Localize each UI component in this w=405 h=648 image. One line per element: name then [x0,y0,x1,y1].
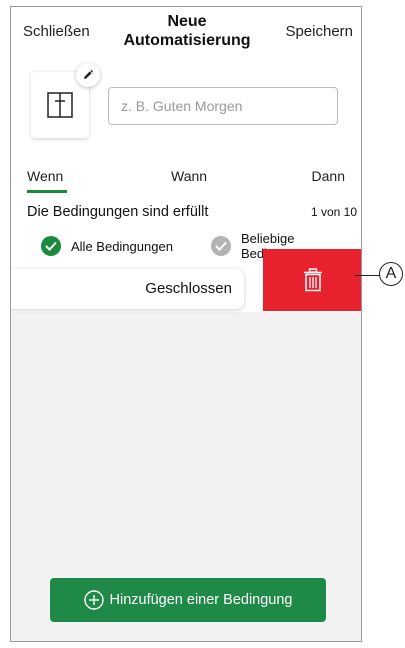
edit-icon-button[interactable] [76,63,100,87]
automation-name-input[interactable] [108,87,338,125]
plus-circle-icon [83,590,104,610]
layout-icon [47,92,73,118]
condition-card[interactable]: Geschlossen [11,269,244,309]
add-condition-button[interactable]: Hinzufügen einer Bedingung [50,578,326,622]
phone-screen: Schließen Neue Automatisierung Speichern… [10,6,362,642]
active-tab-indicator [27,190,67,193]
pencil-icon [84,69,94,79]
page-title: Neue Automatisierung [101,12,273,50]
option-all-conditions[interactable]: Alle Bedingungen [41,236,173,256]
trash-icon [304,268,322,292]
unchecked-icon [211,236,231,256]
add-condition-label: Hinzufügen einer Bedingung [109,592,293,608]
condition-card-label: Geschlossen [145,280,232,297]
save-button[interactable]: Speichern [285,23,353,40]
page-title-line2: Automatisierung [123,32,251,49]
tab-wenn[interactable]: Wenn [27,168,63,184]
callout-line [355,275,381,276]
callout-marker: A [379,262,403,286]
close-button[interactable]: Schließen [23,23,90,40]
tab-dann[interactable]: Dann [312,168,345,184]
conditions-count: 1 von 10 [310,205,357,219]
delete-condition-button[interactable] [263,249,361,311]
editor-panel: Schließen Neue Automatisierung Speichern… [11,7,361,312]
checked-icon [41,236,61,256]
option-all-label: Alle Bedingungen [71,238,173,254]
tab-wann[interactable]: Wann [171,168,207,184]
page-title-line1: Neue [167,13,207,30]
conditions-heading: Die Bedingungen sind erfüllt [27,204,209,220]
